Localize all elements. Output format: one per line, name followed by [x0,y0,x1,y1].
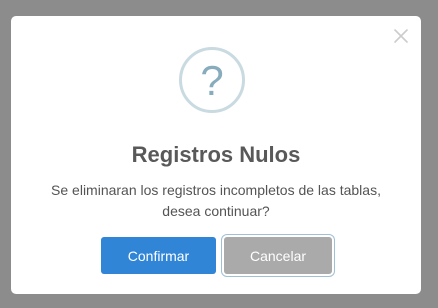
confirmation-dialog: ? Registros Nulos Se eliminaran los regi… [11,16,421,294]
close-icon[interactable] [393,28,409,44]
dialog-message: Se eliminaran los registros incompletos … [51,182,381,219]
cancel-button[interactable]: Cancelar [224,237,332,274]
confirm-button[interactable]: Confirmar [101,237,216,274]
question-icon: ? [179,47,245,113]
question-mark-glyph: ? [200,57,224,104]
dialog-title: Registros Nulos [131,142,301,167]
